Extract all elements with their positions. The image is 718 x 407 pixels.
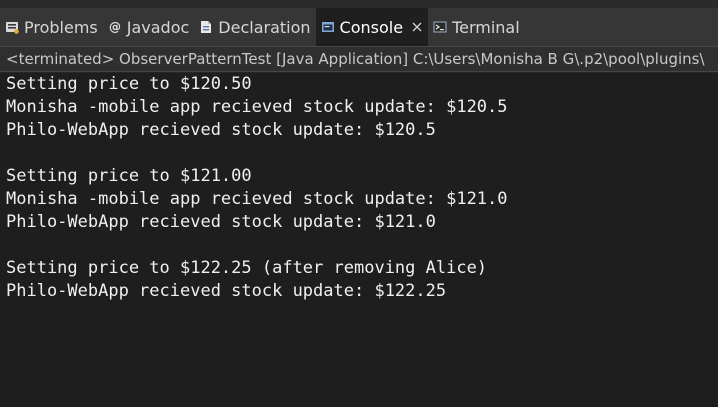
tab-problems[interactable]: Problems — [0, 8, 103, 46]
console-view: Problems @ Javadoc Declaration Console T… — [0, 0, 718, 407]
console-line: Philo-WebApp recieved stock update: $122… — [6, 281, 447, 301]
tab-console[interactable]: Console — [315, 8, 429, 46]
tab-javadoc[interactable]: @ Javadoc — [103, 8, 195, 46]
close-icon[interactable] — [411, 21, 423, 33]
console-line: Setting price to $120.50 — [6, 74, 252, 94]
terminal-icon — [433, 20, 447, 34]
declaration-icon — [199, 20, 213, 34]
tab-terminal[interactable]: Terminal — [428, 8, 525, 46]
view-tab-bar: Problems @ Javadoc Declaration Console T… — [0, 8, 718, 47]
tab-label: Problems — [24, 17, 98, 37]
tab-label: Terminal — [452, 17, 520, 37]
console-icon — [321, 20, 335, 34]
tab-label: Declaration — [218, 17, 311, 37]
svg-text:@: @ — [109, 20, 121, 34]
tab-declaration[interactable]: Declaration — [194, 8, 315, 46]
top-strip — [0, 0, 718, 8]
process-status-line: <terminated> ObserverPatternTest [Java A… — [0, 47, 718, 72]
console-line: Monisha -mobile app recieved stock updat… — [6, 97, 508, 117]
console-output[interactable]: Setting price to $120.50 Monisha -mobile… — [0, 73, 718, 407]
console-line: Philo-WebApp recieved stock update: $121… — [6, 212, 436, 232]
console-line: Monisha -mobile app recieved stock updat… — [6, 189, 508, 209]
tab-label: Console — [339, 17, 404, 37]
javadoc-at-icon: @ — [108, 20, 122, 34]
console-line: Philo-WebApp recieved stock update: $120… — [6, 120, 436, 140]
console-line: Setting price to $121.00 — [6, 166, 252, 186]
tab-label: Javadoc — [126, 17, 190, 37]
console-line: Setting price to $122.25 (after removing… — [6, 258, 488, 278]
problems-icon — [5, 20, 19, 34]
